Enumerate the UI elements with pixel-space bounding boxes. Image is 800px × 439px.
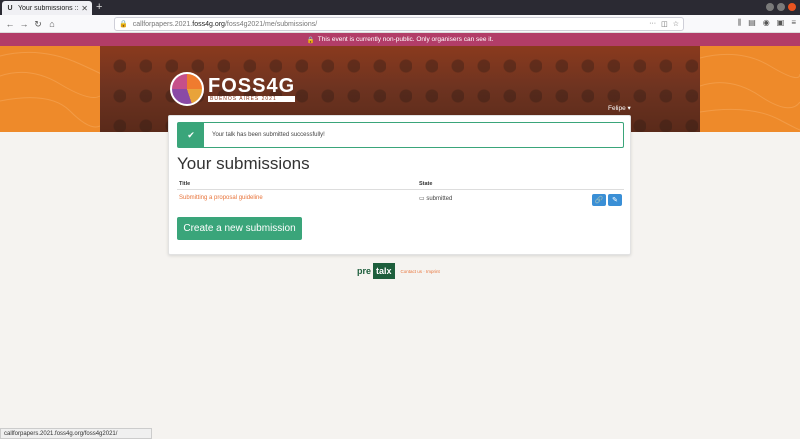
link-icon[interactable]: 🔗 (592, 194, 606, 206)
browser-tab[interactable]: U Your submissions :: FOSS ✕ (2, 1, 92, 15)
submission-title-link[interactable]: Submitting a proposal guideline (179, 195, 263, 201)
account-icon[interactable]: ◉ (763, 18, 770, 28)
url-bar[interactable]: 🔒 callforpapers.2021. foss4g.org/foss4g20… (114, 17, 684, 31)
checkmark-icon: ✔ (178, 123, 204, 147)
extension-icon[interactable]: ▣ (777, 18, 785, 28)
submissions-card: ✔ Your talk has been submitted successfu… (168, 115, 631, 255)
create-submission-button[interactable]: Create a new submission (177, 217, 302, 240)
success-alert: ✔ Your talk has been submitted successfu… (177, 122, 624, 148)
state-label: submitted (426, 196, 453, 202)
browser-tabbar: U Your submissions :: FOSS ✕ + (0, 0, 800, 15)
favicon-icon: U (7, 4, 13, 12)
logo-globe-icon (170, 72, 204, 106)
submission-state: ▭ submitted (419, 195, 452, 202)
tab-title: Your submissions :: FOSS (18, 4, 79, 12)
close-window-icon[interactable] (788, 3, 796, 11)
toolbar-right: ⫼ ▤ ◉ ▣ ≡ (738, 18, 796, 28)
column-title: Title (179, 181, 191, 187)
close-tab-icon[interactable]: ✕ (81, 4, 88, 13)
success-message: Your talk has been submitted successfull… (212, 132, 325, 138)
sidebar-icon[interactable]: ▤ (748, 18, 756, 28)
foss4g-logo[interactable]: FOSS4G BUENOS AIRES 2021 (170, 72, 296, 106)
logo-name: FOSS4G (208, 75, 296, 97)
footer: pre talx Contact us · Imprint (357, 263, 440, 279)
url-path: /foss4g2021/me/submissions/ (224, 20, 318, 28)
url-prefix: callforpapers.2021. (132, 20, 193, 28)
library-icon[interactable]: ⫼ (738, 18, 742, 28)
lock-icon: 🔒 (306, 36, 315, 44)
bookmark-star-icon[interactable]: ☆ (673, 20, 679, 28)
pocket-icon[interactable]: ◫ (661, 20, 668, 28)
new-tab-button[interactable]: + (96, 1, 102, 13)
user-menu[interactable]: Felipe ▾ (608, 104, 631, 112)
minimize-icon[interactable] (766, 3, 774, 11)
menu-icon[interactable]: ≡ (791, 18, 796, 28)
status-bar: callforpapers.2021.foss4g.org/foss4g2021… (0, 428, 152, 439)
reload-icon[interactable]: ↻ (32, 18, 44, 30)
browser-navbar: ← → ↻ ⌂ 🔒 callforpapers.2021. foss4g.org /… (0, 15, 800, 33)
page-title: Your submissions (177, 154, 310, 173)
insecure-lock-icon[interactable]: 🔒 (119, 20, 128, 28)
pretalx-logo-pre: pre (357, 266, 372, 276)
home-icon[interactable]: ⌂ (46, 18, 58, 30)
inbox-icon: ▭ (419, 196, 425, 202)
banner-text: This event is currently non-public. Only… (317, 36, 494, 43)
footer-links[interactable]: Contact us · Imprint (401, 269, 440, 274)
back-icon[interactable]: ← (4, 18, 16, 30)
column-state: State (419, 181, 433, 187)
edit-icon[interactable]: ✎ (608, 194, 622, 206)
non-public-banner: 🔒 This event is currently non-public. On… (0, 33, 800, 46)
url-domain: foss4g.org (192, 20, 225, 28)
pretalx-logo-talx[interactable]: talx (373, 263, 395, 279)
forward-icon[interactable]: → (18, 18, 30, 30)
table-row: Submitting a proposal guideline ▭ submit… (177, 190, 624, 210)
table-header: Title State (177, 178, 624, 190)
more-icon[interactable]: ··· (649, 20, 656, 28)
window-controls (766, 3, 796, 11)
maximize-icon[interactable] (777, 3, 785, 11)
